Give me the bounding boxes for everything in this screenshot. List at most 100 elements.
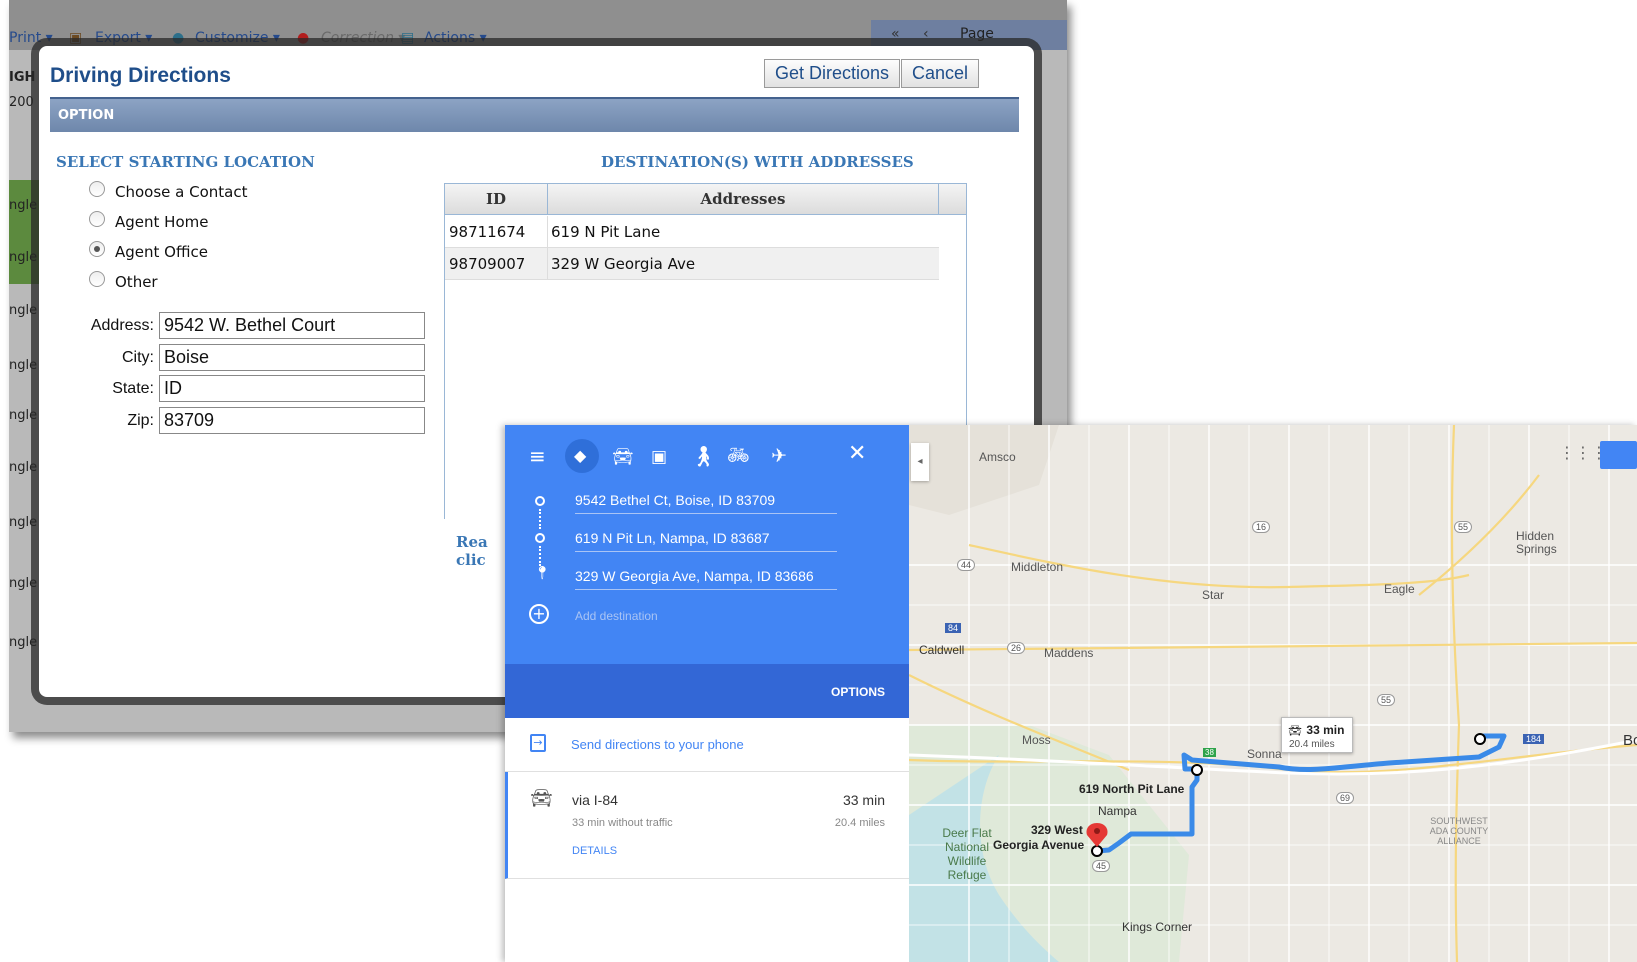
column-value-fragment: 200 bbox=[9, 95, 34, 110]
radio-button-selected[interactable] bbox=[89, 241, 105, 257]
menu-icon[interactable]: ≡ bbox=[529, 446, 546, 466]
zip-field[interactable]: 83709 bbox=[159, 407, 425, 434]
customize-menu[interactable]: Customize ▾ bbox=[195, 30, 280, 46]
row-id: 98709007 bbox=[449, 255, 526, 273]
table-row: ngle bbox=[9, 232, 43, 284]
options-button[interactable]: OPTIONS bbox=[831, 685, 885, 699]
correction-menu[interactable]: Correction ▾ bbox=[321, 30, 405, 46]
destination-input[interactable]: 329 W Georgia Ave, Nampa, ID 83686 bbox=[575, 568, 837, 590]
zip-label: Zip: bbox=[127, 412, 154, 429]
starting-location-heading: SELECT STARTING LOCATION bbox=[56, 153, 315, 171]
place-label: Star bbox=[1202, 588, 1225, 602]
map-canvas[interactable]: ◂ ⋮⋮⋮ Amsco Middleton Star Eagle Hidden … bbox=[909, 425, 1637, 962]
details-link[interactable]: DETAILS bbox=[572, 845, 617, 857]
start-location-input[interactable]: 9542 Bethel Ct, Boise, ID 83709 bbox=[575, 492, 837, 514]
addresses-column-header[interactable]: Addresses bbox=[548, 190, 938, 208]
place-label: Sonna bbox=[1247, 747, 1282, 761]
options-bar: OPTIONS bbox=[505, 664, 909, 718]
destination-ring bbox=[1091, 845, 1103, 857]
route-shield: 44 bbox=[957, 559, 976, 571]
route-distance: 20.4 miles bbox=[834, 817, 885, 829]
background-toolbar: Print ▾ ▣ Export ▾ ● Customize ▾ ● Corre… bbox=[9, 0, 1067, 50]
city-label: City: bbox=[122, 349, 154, 366]
send-to-phone-icon: → bbox=[530, 734, 546, 752]
table-row: ngle bbox=[9, 460, 38, 475]
bicycle-icon[interactable]: 🚲︎ bbox=[727, 446, 750, 466]
customize-icon: ● bbox=[172, 30, 185, 46]
place-label: SOUTHWEST ADA COUNTY ALLIANCE bbox=[1429, 816, 1489, 846]
transit-icon[interactable]: ▣ bbox=[651, 447, 667, 467]
directions-header: ≡ ◆ 🚘︎ ▣ 🚶︎ 🚲︎ ✈︎ ✕ 📍︎ + 9542 Bethel Ct,… bbox=[505, 425, 909, 664]
add-destination-icon[interactable]: + bbox=[529, 604, 549, 624]
row-id: 98711674 bbox=[449, 223, 526, 241]
sign-in-button[interactable] bbox=[1600, 441, 1637, 469]
option-bar-label: OPTION bbox=[58, 108, 115, 123]
add-destination-input[interactable]: Add destination bbox=[575, 609, 658, 623]
route-option[interactable]: 🚘︎ via I-84 33 min 33 min without traffi… bbox=[505, 772, 909, 879]
start-dot-icon bbox=[535, 496, 545, 506]
radio-button[interactable] bbox=[89, 211, 105, 227]
best-travel-mode-button[interactable]: ◆ bbox=[565, 439, 599, 473]
id-column-header[interactable]: ID bbox=[445, 190, 547, 208]
place-label: Caldwell bbox=[919, 643, 965, 657]
marker-label-georgia-2: Georgia Avenue bbox=[993, 838, 1085, 852]
get-directions-button[interactable]: Get Directions bbox=[764, 59, 901, 88]
place-label: Moss bbox=[1022, 733, 1051, 747]
export-menu[interactable]: Export ▾ bbox=[95, 30, 152, 46]
address-label: Address: bbox=[90, 317, 154, 334]
marker-label-pit-lane: 619 North Pit Lane bbox=[1079, 782, 1185, 796]
waypoint-input[interactable]: 619 N Pit Ln, Nampa, ID 83687 bbox=[575, 530, 837, 552]
state-field[interactable]: ID bbox=[159, 375, 425, 402]
marker-label-georgia: 329 West bbox=[1031, 823, 1083, 837]
interstate-shield: 84 bbox=[945, 623, 962, 633]
destination-pin-icon: 📍︎ bbox=[534, 566, 551, 581]
grid-header: ID Addresses bbox=[445, 184, 966, 215]
first-page-icon[interactable]: « bbox=[891, 26, 900, 42]
destinations-heading: DESTINATION(S) WITH ADDRESSES bbox=[601, 153, 914, 171]
table-row: ngle bbox=[9, 408, 38, 423]
route-shield: 69 bbox=[1336, 792, 1355, 804]
route-shield: 45 bbox=[1092, 860, 1111, 872]
place-label: Deer Flat National Wildlife Refuge bbox=[942, 826, 992, 882]
radio-button[interactable] bbox=[89, 181, 105, 197]
callout-distance: 20.4 miles bbox=[1289, 739, 1335, 750]
route-shield: 26 bbox=[1007, 642, 1026, 654]
place-label: Amsco bbox=[979, 450, 1016, 464]
terrain bbox=[909, 425, 1059, 515]
place-label: Eagle bbox=[1384, 582, 1415, 596]
place-label: Kings Corner bbox=[1122, 920, 1193, 934]
route-shield: 55 bbox=[1454, 521, 1473, 533]
walking-icon[interactable]: 🚶︎ bbox=[691, 446, 716, 466]
city-field[interactable]: Boise bbox=[159, 344, 425, 371]
route-traffic: 33 min without traffic bbox=[572, 817, 673, 829]
callout-time: 33 min bbox=[1306, 723, 1345, 737]
google-maps-window: ≡ ◆ 🚘︎ ▣ 🚶︎ 🚲︎ ✈︎ ✕ 📍︎ + 9542 Bethel Ct,… bbox=[505, 425, 1637, 962]
route-shield: 55 bbox=[1377, 694, 1396, 706]
table-row: ngle bbox=[9, 303, 38, 318]
address-field[interactable]: 9542 W. Bethel Court bbox=[159, 312, 425, 339]
collapse-panel-button[interactable]: ◂ bbox=[911, 443, 929, 481]
state-label: State: bbox=[112, 380, 154, 397]
actions-menu[interactable]: Actions ▾ bbox=[424, 30, 487, 46]
route-shield: 16 bbox=[1252, 521, 1271, 533]
car-icon[interactable]: 🚘︎ bbox=[612, 447, 634, 467]
place-label: Maddens bbox=[1044, 646, 1094, 660]
table-row[interactable]: 98709007 329 W Georgia Ave bbox=[445, 248, 939, 280]
send-to-phone-row[interactable]: → Send directions to your phone bbox=[505, 718, 909, 772]
prev-page-icon[interactable]: ‹ bbox=[923, 26, 929, 42]
route-time-callout[interactable]: 🚘︎ 33 min 20.4 miles bbox=[1281, 717, 1353, 753]
waypoint-dot-icon bbox=[535, 533, 545, 543]
send-to-phone-link[interactable]: Send directions to your phone bbox=[571, 737, 744, 752]
table-row[interactable]: 98711674 619 N Pit Lane bbox=[445, 216, 939, 248]
directions-panel: ≡ ◆ 🚘︎ ▣ 🚶︎ 🚲︎ ✈︎ ✕ 📍︎ + 9542 Bethel Ct,… bbox=[505, 425, 909, 962]
table-row: ngle bbox=[9, 515, 38, 530]
cancel-button[interactable]: Cancel bbox=[901, 59, 980, 88]
car-icon: 🚘︎ bbox=[1288, 725, 1302, 737]
column-header-fragment: IGH bbox=[9, 70, 36, 85]
flight-icon[interactable]: ✈︎ bbox=[771, 446, 787, 466]
directions-diamond-icon: ◆ bbox=[574, 446, 587, 465]
radio-button[interactable] bbox=[89, 271, 105, 287]
export-icon: ▣ bbox=[69, 30, 83, 46]
close-icon[interactable]: ✕ bbox=[848, 443, 866, 465]
print-menu[interactable]: Print ▾ bbox=[9, 30, 53, 46]
